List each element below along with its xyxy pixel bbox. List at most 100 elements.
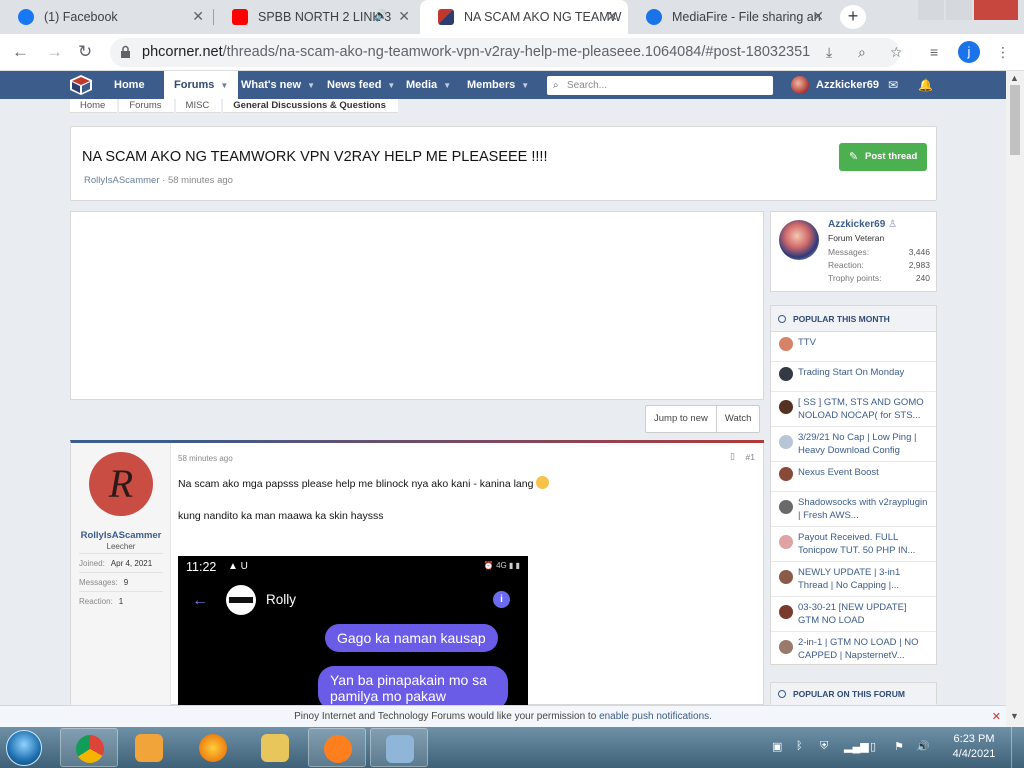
taskbar-clock[interactable]: 6:23 PM 4/4/2021	[946, 732, 1002, 762]
taskbar-chrome[interactable]	[60, 728, 118, 767]
account-username[interactable]: Azzkicker69	[816, 71, 879, 99]
install-icon[interactable]: ⤓	[826, 44, 832, 61]
start-button[interactable]	[6, 730, 42, 766]
scrollbar-thumb[interactable]	[1010, 85, 1020, 155]
window-close-button[interactable]	[974, 0, 1018, 20]
mediafire-icon	[646, 9, 662, 25]
bell-icon[interactable]: 🔔	[918, 78, 933, 92]
security-shield-icon[interactable]: ⛨	[820, 740, 828, 753]
tray-app-icon[interactable]: ▣	[772, 740, 782, 753]
media-control-icon[interactable]: ≡	[930, 44, 938, 60]
post: R RollyIsAScammer Leecher Joined: Apr 4, …	[70, 440, 764, 706]
post-time[interactable]: 58 minutes ago	[178, 454, 233, 463]
taskbar-media-player[interactable]	[120, 728, 178, 767]
folder-icon	[261, 734, 289, 762]
popular-thread-item[interactable]: [ SS ] GTM, STS AND GOMO NOLOAD NOCAP( f…	[771, 392, 936, 427]
breadcrumb-forums[interactable]: Forums	[119, 99, 174, 113]
post-screenshot-image[interactable]: 11:22 ▲ U ⏰ 4G ▮ ▮ ← Rolly i Gago ka nam…	[178, 556, 528, 706]
windows-taskbar: ▣ ᛒ ⛨ ▂▄▆ ▯ ⚑ 🔊 6:23 PM 4/4/2021	[0, 727, 1024, 768]
post-author[interactable]: RollyIsAScammer	[71, 530, 171, 541]
post-number[interactable]: #1	[746, 452, 755, 462]
popular-thread-item[interactable]: NEWLY UPDATE | 3-in1 Thread | No Capping…	[771, 562, 936, 597]
sidebar-user-card: Azzkicker69 ♙ Forum Veteran Messages: 3,4…	[770, 211, 937, 292]
nav-members[interactable]: Members ▼	[467, 71, 529, 99]
popular-thread-item[interactable]: 03-30-21 [NEW UPDATE] GTM NO LOAD	[771, 597, 936, 632]
address-bar[interactable]: phcorner.net/threads/na-scam-ako-ng-team…	[110, 38, 900, 67]
popular-this-month-heading: POPULAR THIS MONTH	[771, 306, 936, 332]
stat-label: Reaction:	[828, 260, 864, 270]
popular-thread-item[interactable]: Trading Start On Monday	[771, 362, 936, 392]
tab-mediafire[interactable]: MediaFire - File sharing an ✕	[628, 0, 834, 34]
bookmark-star-icon[interactable]: ☆	[890, 44, 903, 61]
bluetooth-icon[interactable]: ᛒ	[796, 740, 803, 752]
nav-whats-new[interactable]: What's new ▼	[241, 71, 315, 99]
enable-notifications-link[interactable]: enable push notifications.	[599, 711, 712, 722]
avatar[interactable]	[779, 220, 819, 260]
popular-thread-item[interactable]: Nexus Event Boost	[771, 462, 936, 492]
zoom-icon[interactable]: ⌕	[858, 44, 866, 61]
tab-title: MediaFire - File sharing an	[672, 10, 821, 24]
watch-button[interactable]: Watch	[717, 406, 760, 432]
taskbar-notes[interactable]	[370, 728, 428, 767]
new-tab-button[interactable]: +	[840, 5, 866, 29]
breadcrumb-misc[interactable]: MISC	[175, 99, 222, 113]
post-thread-button[interactable]: ✎ Post thread	[839, 143, 927, 171]
volume-icon[interactable]: 🔊	[916, 740, 930, 753]
close-icon[interactable]: ✕	[398, 8, 410, 25]
phcorner-logo-icon[interactable]	[70, 75, 92, 95]
scroll-up-icon[interactable]: ▲	[1010, 73, 1019, 83]
action-center-flag-icon[interactable]: ⚑	[894, 740, 904, 753]
taskbar-firefox[interactable]	[184, 728, 242, 767]
tab-phcorner[interactable]: NA SCAM AKO NG TEAMW ✕	[420, 0, 628, 34]
popular-thread-item[interactable]: Shadowsocks with v2rayplugin | Fresh AWS…	[771, 492, 936, 527]
post-accent-line	[171, 440, 764, 443]
jump-to-new-button[interactable]: Jump to new	[646, 406, 717, 432]
breadcrumb-home[interactable]: Home	[70, 99, 118, 113]
maximize-button[interactable]	[946, 0, 972, 20]
reload-icon[interactable]: ↻	[78, 42, 92, 62]
close-icon[interactable]: ✕	[812, 8, 824, 25]
breadcrumb-general-discussions[interactable]: General Discussions & Questions	[223, 99, 398, 113]
popular-thread-title: Trading Start On Monday	[798, 367, 905, 378]
close-icon[interactable]: ✕	[606, 8, 618, 25]
inbox-icon[interactable]: ✉	[888, 78, 898, 92]
notepad-icon	[386, 735, 414, 763]
show-desktop-button[interactable]	[1011, 727, 1024, 768]
popular-thread-item[interactable]: Payout Received. FULL Tonicpow TUT. 50 P…	[771, 527, 936, 562]
nav-home[interactable]: Home	[114, 71, 145, 99]
nav-news-feed[interactable]: News feed ▼	[327, 71, 395, 99]
battery-icon[interactable]: ▯	[870, 740, 876, 753]
minimize-button[interactable]	[918, 0, 944, 20]
taskbar-explorer[interactable]	[246, 728, 304, 767]
close-icon[interactable]: ✕	[992, 706, 1001, 728]
nav-forums[interactable]: Forums ▼	[164, 71, 239, 99]
search-input[interactable]: ⌕ Search...	[547, 76, 773, 95]
tab-facebook[interactable]: (1) Facebook ✕	[0, 0, 214, 34]
forward-icon[interactable]: →	[46, 42, 63, 62]
popular-thread-item[interactable]: 3/29/21 No Cap | Low Ping | Heavy Downlo…	[771, 427, 936, 462]
thread-author-link[interactable]: RollyIsAScammer	[84, 175, 160, 186]
popular-thread-item[interactable]: 2-in-1 | GTM NO LOAD | NO CAPPED | Napst…	[771, 632, 936, 667]
nav-media[interactable]: Media ▼	[406, 71, 451, 99]
user-messages: Messages: 9	[79, 572, 163, 587]
menu-icon[interactable]: ⋮	[996, 44, 1010, 61]
tab-youtube[interactable]: SPBB NORTH 2 LINK 3 🔊 ✕	[214, 0, 420, 34]
page-scrollbar[interactable]: ▲ ▼	[1006, 71, 1024, 731]
post-text-line: kung nandito ka man maawa ka skin haysss	[178, 510, 384, 522]
stat-label: Messages:	[828, 247, 870, 257]
avatar[interactable]: R	[89, 452, 153, 516]
close-icon[interactable]: ✕	[192, 8, 204, 25]
bookmark-icon[interactable]: ▯	[730, 451, 735, 462]
avatar[interactable]	[791, 76, 809, 94]
taskbar-ccleaner[interactable]	[308, 728, 366, 767]
speaker-icon[interactable]: 🔊	[374, 9, 388, 22]
popular-thread-title: 2-in-1 | GTM NO LOAD | NO CAPPED | Napst…	[798, 637, 919, 661]
back-icon[interactable]: ←	[12, 42, 29, 62]
profile-avatar[interactable]: j	[958, 41, 980, 63]
scroll-down-icon[interactable]: ▼	[1010, 711, 1019, 721]
post-text-line: Na scam ako mga papsss please help me bl…	[178, 476, 550, 490]
sidebar-username[interactable]: Azzkicker69 ♙	[828, 219, 897, 230]
avatar	[779, 570, 793, 584]
network-signal-icon[interactable]: ▂▄▆	[844, 740, 869, 753]
popular-thread-item[interactable]: TTV	[771, 332, 936, 362]
